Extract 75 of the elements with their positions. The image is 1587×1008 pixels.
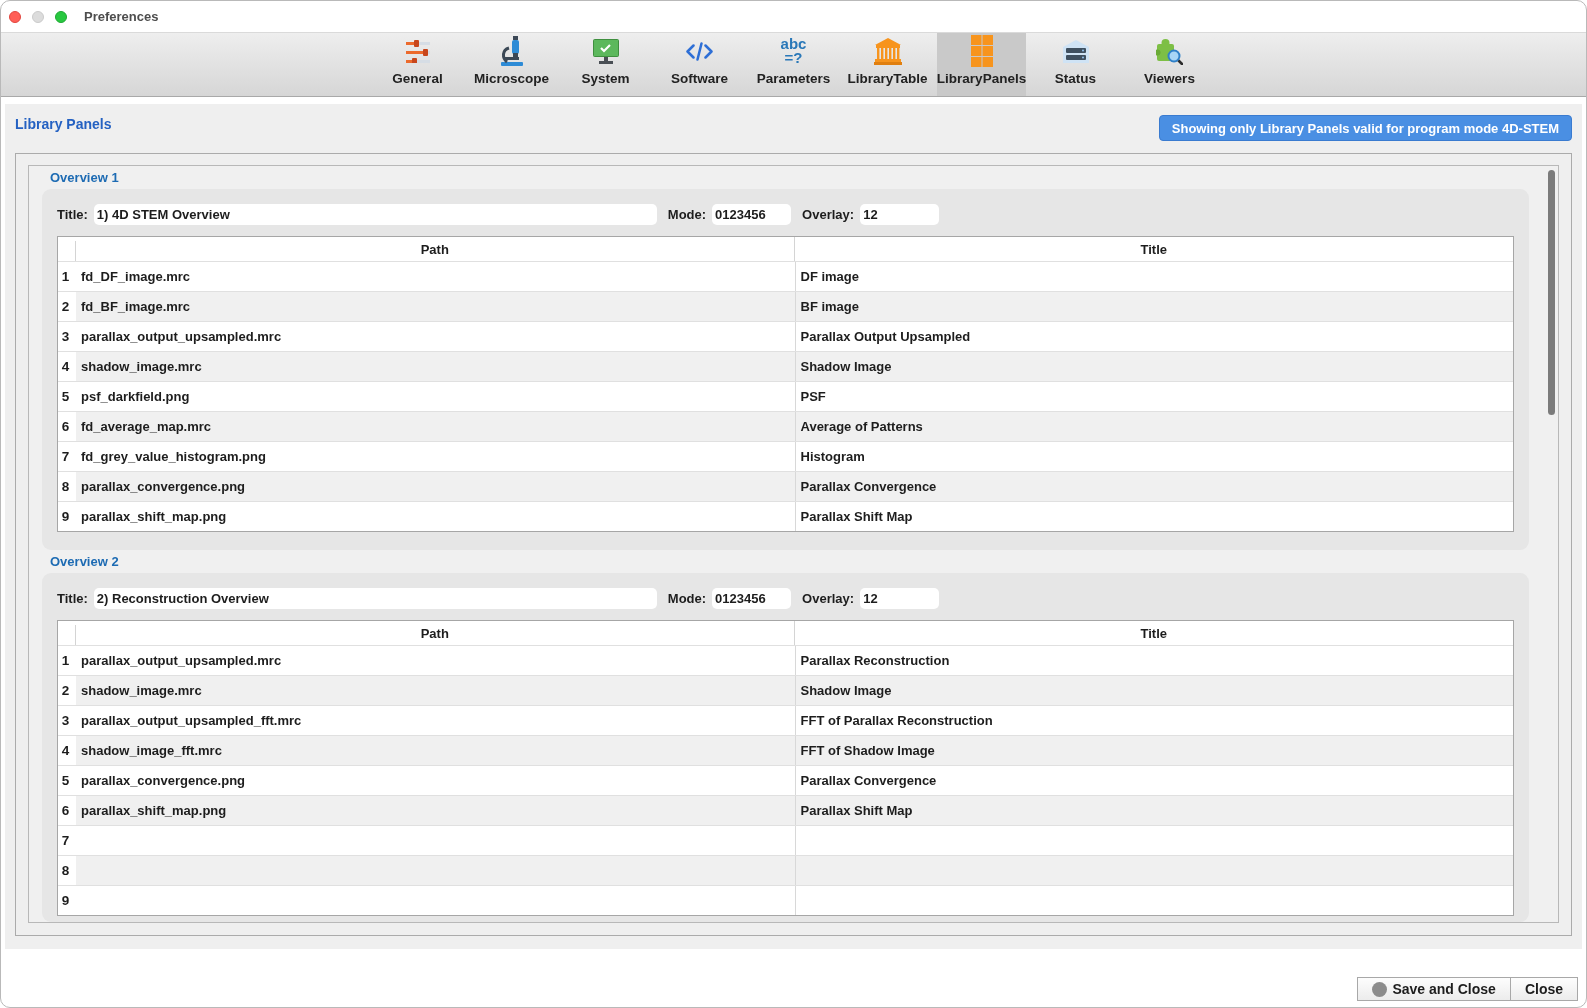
- mode-notice: Showing only Library Panels valid for program mode 4D-STEM: [1158, 115, 1572, 141]
- table-cell: Parallax Shift Map: [794, 796, 1513, 825]
- table-cell: PSF: [794, 382, 1513, 411]
- table-cell: Average of Patterns: [794, 412, 1513, 441]
- grid-icon: [970, 35, 993, 67]
- column-header: Path: [76, 621, 795, 645]
- table-cell-text: parallax_output_upsampled.mrc: [80, 652, 283, 670]
- toolbar-tab[interactable]: Microscope: [467, 33, 556, 96]
- table-cell: Parallax Output Upsampled: [794, 322, 1513, 351]
- table-cell: Parallax Shift Map: [794, 502, 1513, 531]
- toolbar-tab[interactable]: General: [373, 33, 462, 96]
- table-cell: Shadow Image: [794, 352, 1513, 381]
- table-cell: fd_average_map.mrc: [76, 412, 795, 441]
- field-label: Overlay:: [802, 207, 855, 222]
- table-cell: parallax_shift_map.png: [76, 796, 795, 825]
- text-field[interactable]: 2) Reconstruction Overview: [93, 588, 657, 609]
- field-label: Mode:: [667, 591, 707, 606]
- column-header: Path: [76, 237, 795, 261]
- table-cell: FFT of Shadow Image: [794, 736, 1513, 765]
- table-cell-text: parallax_shift_map.png: [80, 508, 228, 526]
- table-cell: shadow_image.mrc: [76, 352, 795, 381]
- toolbar-tab[interactable]: Software: [655, 33, 744, 96]
- table-cell: DF image: [794, 262, 1513, 291]
- table-cell-text: parallax_output_upsampled.mrc: [80, 328, 283, 346]
- dialog-button[interactable]: Save and Close: [1357, 977, 1511, 1001]
- abc-icon: abc =?: [780, 37, 807, 65]
- zoom-button[interactable]: [55, 10, 67, 23]
- sliders-icon: [403, 39, 432, 63]
- table-cell: BF image: [794, 292, 1513, 321]
- table-cell: FFT of Parallax Reconstruction: [794, 706, 1513, 735]
- text-field[interactable]: 12: [860, 204, 940, 225]
- table-cell-text: fd_DF_image.mrc: [80, 268, 192, 286]
- building-icon: [873, 37, 902, 65]
- column-header: Title: [1139, 240, 1168, 259]
- table-cell-text: parallax_output_upsampled_fft.mrc: [80, 712, 303, 730]
- table-cell: Parallax Convergence: [794, 472, 1513, 501]
- toolbar-tab[interactable]: System: [561, 33, 650, 96]
- scrollbar[interactable]: [1548, 170, 1555, 415]
- page-title: Library Panels: [15, 115, 112, 133]
- group-heading: Overview 2: [50, 553, 119, 571]
- toolbar-tab[interactable]: abc =? Parameters: [749, 33, 838, 96]
- text-field[interactable]: 1) 4D STEM Overview: [93, 204, 657, 225]
- field-label: Overlay:: [802, 591, 855, 606]
- table-cell: shadow_image.mrc: [76, 676, 795, 705]
- text-field[interactable]: 12: [860, 588, 940, 609]
- toolbar-tab[interactable]: LibraryTable: [843, 33, 932, 96]
- toolbar-tab[interactable]: Status: [1031, 33, 1120, 96]
- puzzle-icon: [1156, 37, 1183, 65]
- field-label: Title:: [57, 207, 88, 222]
- circle-icon: [1372, 981, 1388, 997]
- table-cell-text: psf_darkfield.png: [80, 388, 191, 406]
- monitor-icon: [592, 38, 619, 64]
- table-cell: Shadow Image: [794, 676, 1513, 705]
- window-title: Preferences: [84, 9, 159, 24]
- table-cell: Parallax Convergence: [794, 766, 1513, 795]
- text-field[interactable]: 0123456: [712, 204, 792, 225]
- table-cell: fd_BF_image.mrc: [76, 292, 795, 321]
- table-cell: Parallax Reconstruction: [794, 646, 1513, 675]
- table-cell: Histogram: [794, 442, 1513, 471]
- field-label: Title:: [57, 591, 88, 606]
- table-cell: shadow_image_fft.mrc: [76, 736, 795, 765]
- table-cell: parallax_convergence.png: [76, 472, 795, 501]
- field-label: Mode:: [667, 207, 707, 222]
- code-icon: [686, 41, 713, 61]
- toolbar-tab[interactable]: LibraryPanels: [937, 33, 1026, 96]
- group-heading: Overview 1: [50, 169, 119, 187]
- server-icon: [1062, 39, 1089, 63]
- close-button[interactable]: [9, 10, 21, 23]
- column-header: Title: [1139, 624, 1168, 643]
- table-cell-text: fd_grey_value_histogram.png: [80, 448, 267, 466]
- text-field[interactable]: 0123456: [712, 588, 792, 609]
- microscope-icon: [499, 35, 524, 67]
- toolbar-tab[interactable]: Viewers: [1125, 33, 1214, 96]
- table-cell-text: parallax_convergence.png: [80, 772, 246, 790]
- dialog-button[interactable]: Close: [1509, 977, 1578, 1001]
